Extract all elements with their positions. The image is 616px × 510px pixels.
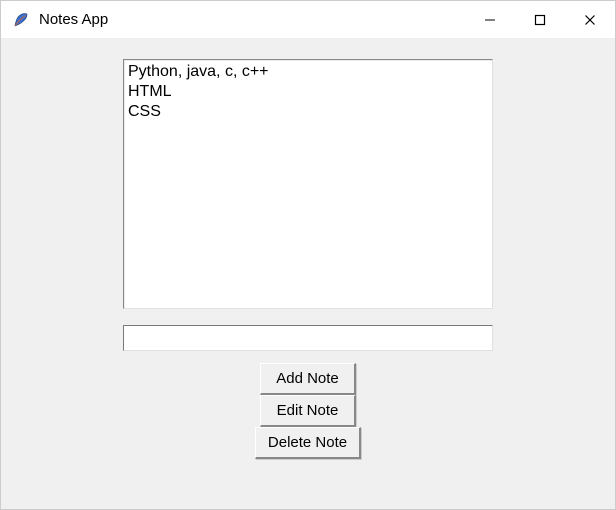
delete-note-button[interactable]: Delete Note [255, 427, 361, 459]
edit-note-button[interactable]: Edit Note [260, 395, 356, 427]
feather-icon [11, 10, 31, 30]
list-item[interactable]: HTML [128, 82, 488, 102]
minimize-button[interactable] [465, 1, 515, 38]
add-note-button[interactable]: Add Note [260, 363, 356, 395]
notes-listbox[interactable]: Python, java, c, c++ HTML CSS [123, 59, 493, 309]
titlebar: Notes App [1, 1, 615, 39]
button-stack: Add Note Edit Note Delete Note [255, 363, 361, 459]
note-input[interactable] [123, 325, 493, 351]
window-title: Notes App [39, 11, 465, 28]
maximize-button[interactable] [515, 1, 565, 38]
list-item[interactable]: CSS [128, 102, 488, 122]
window-controls [465, 1, 615, 38]
close-button[interactable] [565, 1, 615, 38]
entry-wrap [123, 325, 493, 351]
app-window: Notes App Python, java, c, c++ HTML CSS … [0, 0, 616, 510]
client-area: Python, java, c, c++ HTML CSS Add Note E… [1, 39, 615, 509]
list-item[interactable]: Python, java, c, c++ [128, 62, 488, 82]
